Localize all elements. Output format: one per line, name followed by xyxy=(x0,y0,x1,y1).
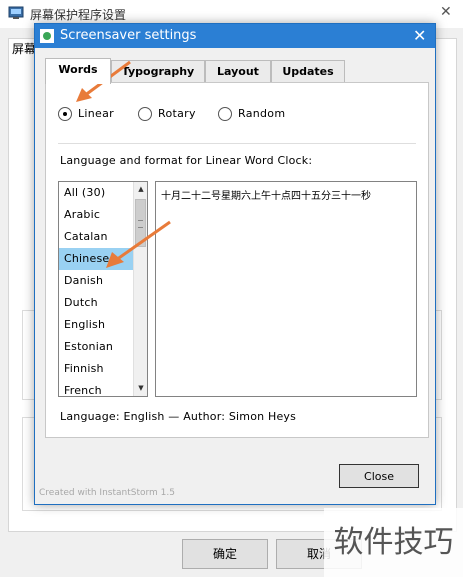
tab-updates[interactable]: Updates xyxy=(271,60,345,83)
radio-label: Rotary xyxy=(158,107,196,120)
dialog-title: Screensaver settings xyxy=(60,28,197,43)
close-icon[interactable]: ✕ xyxy=(413,26,426,45)
list-item[interactable]: English xyxy=(59,314,138,336)
background-window-title: 屏幕保护程序设置 xyxy=(30,8,127,22)
annotation-arrow-icon xyxy=(106,220,171,268)
tab-layout[interactable]: Layout xyxy=(205,60,271,83)
watermark: 软件技巧 xyxy=(324,508,463,577)
close-button[interactable]: Close xyxy=(339,464,419,488)
radio-label: Random xyxy=(238,107,286,120)
list-item[interactable]: Danish xyxy=(59,270,138,292)
list-scrollbar[interactable]: ▲ ▼ xyxy=(133,182,147,396)
radio-button[interactable] xyxy=(58,107,72,121)
radio-button[interactable] xyxy=(218,107,232,121)
list-item[interactable]: Estonian xyxy=(59,336,138,358)
dialog-titlebar[interactable]: Screensaver settings ✕ xyxy=(35,24,435,48)
list-item[interactable]: French xyxy=(59,380,138,396)
language-list[interactable]: All (30) Arabic Catalan Chinese Danish D… xyxy=(58,181,148,397)
background-close-icon[interactable]: ✕ xyxy=(440,4,452,20)
radio-selected-dot xyxy=(63,112,67,116)
language-heading: Language and format for Linear Word Cloc… xyxy=(60,154,313,167)
word-clock-preview: 十月二十二号星期六上午十点四十五分三十一秒 xyxy=(155,181,417,397)
ok-button[interactable]: 确定 xyxy=(182,539,268,569)
separator xyxy=(58,143,416,144)
preview-text: 十月二十二号星期六上午十点四十五分三十一秒 xyxy=(161,191,371,202)
radio-label: Linear xyxy=(78,107,114,120)
radio-button[interactable] xyxy=(138,107,152,121)
language-info: Language: English — Author: Simon Heys xyxy=(60,410,297,423)
list-item[interactable]: All (30) xyxy=(59,182,138,204)
display-settings-icon xyxy=(8,6,24,19)
app-icon xyxy=(40,29,54,43)
scroll-up-icon[interactable]: ▲ xyxy=(134,182,147,196)
scroll-down-icon[interactable]: ▼ xyxy=(134,381,147,395)
credit-text: Created with InstantStorm 1.5 xyxy=(39,488,175,498)
tab-words[interactable]: Words xyxy=(45,58,111,84)
list-item[interactable]: Finnish xyxy=(59,358,138,380)
background-tab-label[interactable]: 屏幕 xyxy=(12,40,36,57)
list-item[interactable]: Dutch xyxy=(59,292,138,314)
